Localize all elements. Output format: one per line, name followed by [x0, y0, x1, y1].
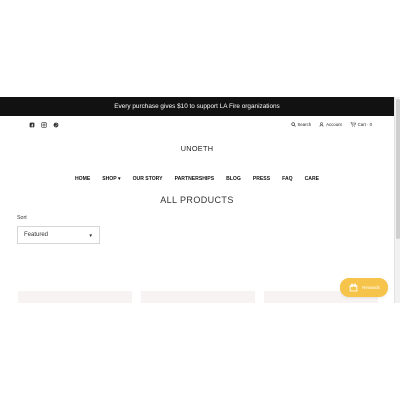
- logo-text: UNOETH: [180, 144, 214, 153]
- announcement-bar: Every purchase gives $10 to support LA F…: [0, 97, 394, 116]
- scrollbar-thumb[interactable]: [396, 99, 400, 239]
- nav-item-shop[interactable]: SHOP ▾: [102, 176, 120, 182]
- social-links: [29, 122, 59, 128]
- announcement-text: Every purchase gives $10 to support LA F…: [114, 103, 280, 110]
- nav-item-partnerships[interactable]: PARTNERSHIPS: [175, 176, 215, 182]
- caret-down-icon: ▼: [88, 232, 93, 238]
- rewards-button[interactable]: Rewards: [340, 278, 388, 297]
- page-scrollbar[interactable]: [394, 97, 400, 303]
- nav-item-press[interactable]: PRESS: [253, 176, 270, 182]
- cart-link[interactable]: Cart · 0: [350, 122, 372, 127]
- facebook-icon[interactable]: [29, 122, 35, 128]
- product-card[interactable]: [18, 291, 132, 303]
- cart-icon: [350, 122, 356, 127]
- search-link[interactable]: Search: [290, 122, 312, 127]
- sort-label: Sort: [17, 215, 27, 221]
- account-link[interactable]: Account: [319, 122, 342, 127]
- rewards-label: Rewards: [362, 285, 380, 290]
- main-navigation: HOME SHOP ▾ OUR STORY PARTNERSHIPS BLOG …: [0, 176, 394, 182]
- instagram-icon[interactable]: [41, 122, 47, 128]
- search-icon: [290, 122, 296, 127]
- site-logo[interactable]: UNOETH: [0, 144, 394, 153]
- account-label: Account: [326, 122, 342, 127]
- page-title: ALL PRODUCTS: [0, 195, 394, 205]
- search-label: Search: [297, 122, 312, 127]
- nav-item-our-story[interactable]: OUR STORY: [133, 176, 163, 182]
- gift-icon: [348, 283, 358, 293]
- nav-item-blog[interactable]: BLOG: [226, 176, 241, 182]
- cart-label: Cart · 0: [357, 122, 372, 127]
- utility-nav: Search Account Cart · 0: [290, 122, 372, 127]
- sort-select[interactable]: Featured ▼: [17, 226, 100, 244]
- page-title-text: ALL PRODUCTS: [160, 195, 234, 205]
- nav-item-home[interactable]: HOME: [75, 176, 90, 182]
- product-card[interactable]: [141, 291, 255, 303]
- nav-item-care[interactable]: CARE: [305, 176, 319, 182]
- account-icon: [319, 122, 324, 127]
- pinterest-icon[interactable]: [53, 122, 59, 128]
- sort-selected-value: Featured: [24, 232, 49, 238]
- nav-item-faq[interactable]: FAQ: [282, 176, 292, 182]
